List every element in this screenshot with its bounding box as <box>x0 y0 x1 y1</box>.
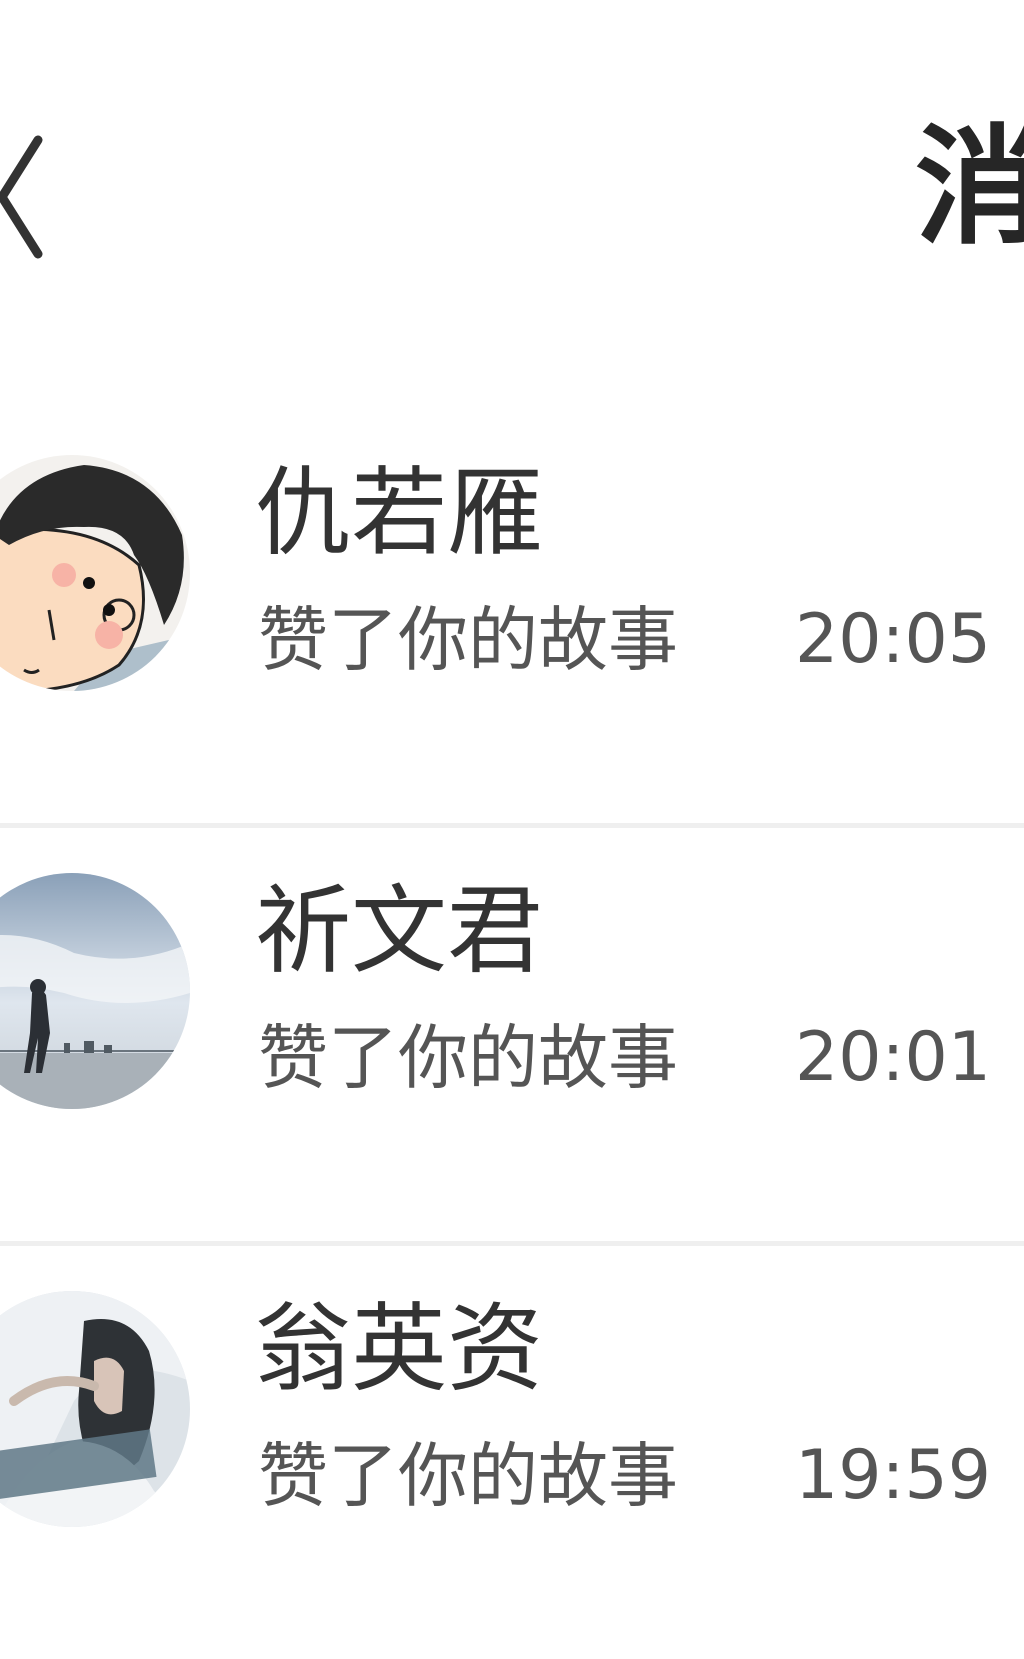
message-time: 19:59 <box>795 1436 991 1515</box>
message-text: 赞了你的故事 <box>258 599 678 681</box>
avatar[interactable] <box>0 455 190 691</box>
page-title: 消 <box>915 112 1024 262</box>
user-name: 仇若雁 <box>255 457 543 569</box>
list-item[interactable]: 祈文君 赞了你的故事 20:01 <box>0 823 1024 1241</box>
message-time: 20:05 <box>795 600 991 679</box>
photo-avatar-girl <box>0 1291 190 1527</box>
user-name: 翁英资 <box>255 1293 543 1405</box>
back-button[interactable] <box>0 130 60 265</box>
app-header: 消 <box>0 0 1024 300</box>
avatar[interactable] <box>0 1291 190 1527</box>
message-time: 20:01 <box>795 1018 991 1097</box>
message-text: 赞了你的故事 <box>258 1017 678 1099</box>
list-item[interactable]: 翁英资 赞了你的故事 19:59 <box>0 1241 1024 1659</box>
chevron-left-icon <box>0 135 43 259</box>
photo-avatar-sea <box>0 873 190 1109</box>
cartoon-face-avatar <box>0 455 190 691</box>
notification-list: 仇若雁 赞了你的故事 20:05 祈文君 赞了你的故事 20:01 翁英资 赞了… <box>0 410 1024 1659</box>
message-text: 赞了你的故事 <box>258 1435 678 1517</box>
avatar[interactable] <box>0 873 190 1109</box>
user-name: 祈文君 <box>255 875 543 987</box>
list-item[interactable]: 仇若雁 赞了你的故事 20:05 <box>0 410 1024 823</box>
